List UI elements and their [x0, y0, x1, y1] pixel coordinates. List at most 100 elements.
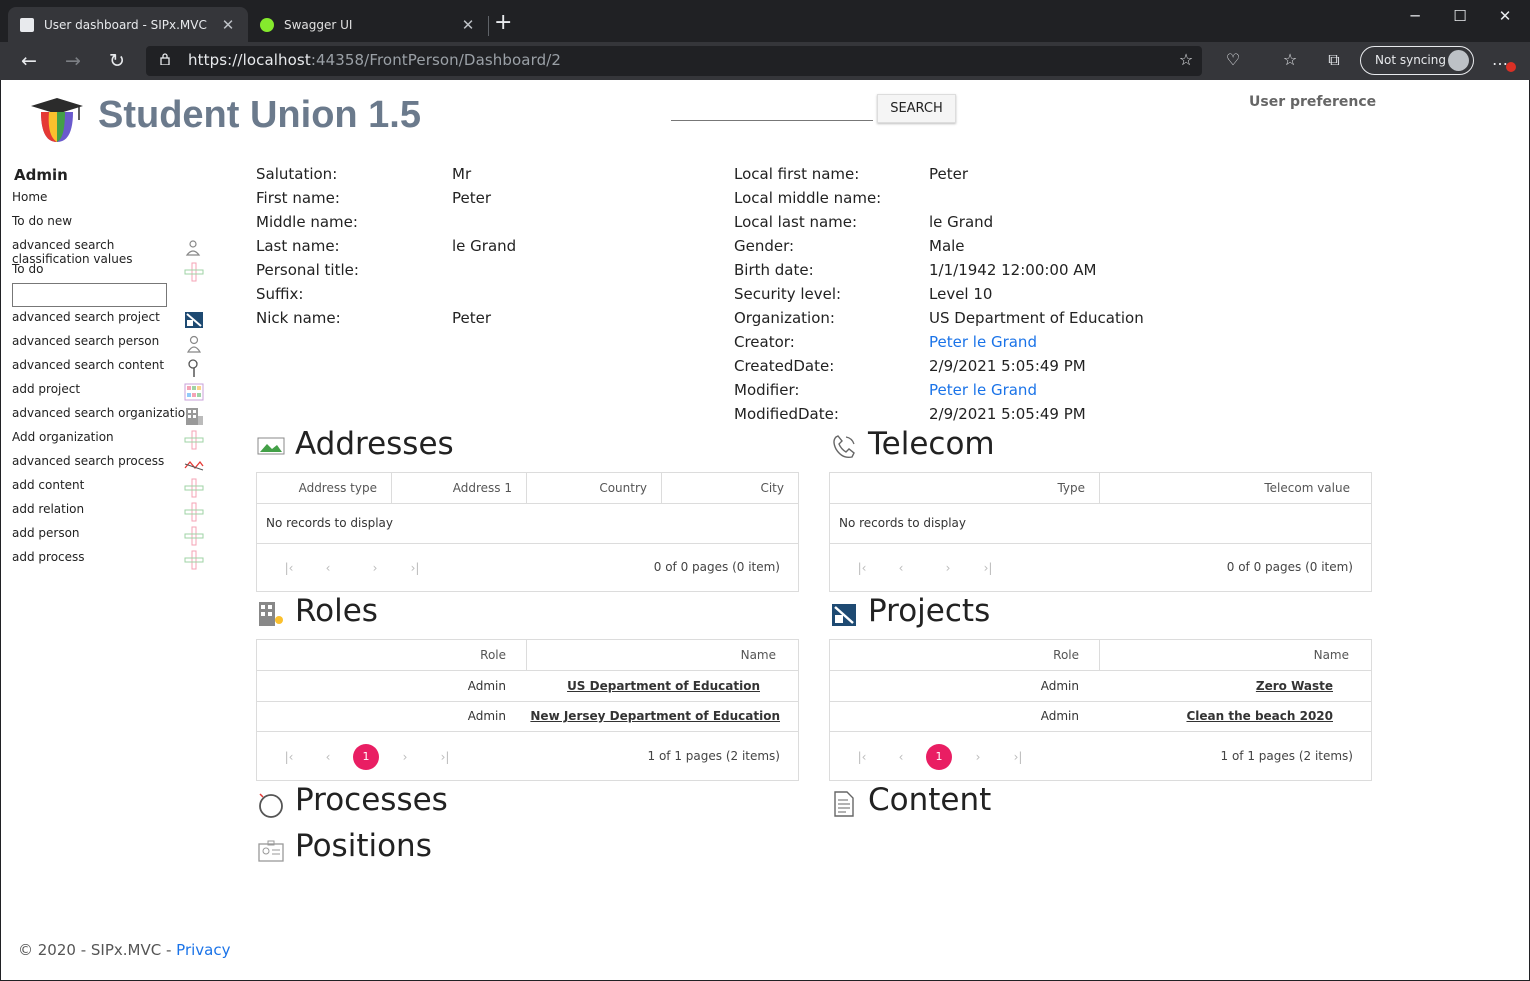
tab-user-dashboard[interactable]: User dashboard - SIPx.MVC ✕ — [8, 7, 248, 42]
back-icon[interactable]: ← — [16, 48, 42, 74]
sidebar-item-home[interactable]: Home — [12, 190, 47, 204]
next-page-icon[interactable]: › — [395, 747, 415, 767]
sidebar-item-add-person[interactable]: add person — [12, 526, 80, 540]
window-close-icon[interactable]: ✕ — [1495, 6, 1515, 26]
profile-sync-button[interactable]: Not syncing — [1360, 46, 1474, 75]
sidebar-item-to-do-new[interactable]: To do new — [12, 214, 72, 228]
next-page-icon[interactable]: › — [365, 558, 385, 578]
sidebar-item-advanced-search-organization[interactable]: advanced search organization — [12, 406, 193, 420]
created-date-label: CreatedDate: — [734, 357, 835, 375]
sidebar-item-advanced-search-content[interactable]: advanced search content — [12, 358, 164, 372]
next-page-icon[interactable]: › — [968, 747, 988, 767]
forward-icon[interactable]: → — [60, 48, 86, 74]
next-page-icon[interactable]: › — [938, 558, 958, 578]
project-link[interactable]: Clean the beach 2020 — [1186, 709, 1333, 723]
column-name[interactable]: Name — [527, 640, 798, 671]
organization-link[interactable]: US Department of Education — [567, 679, 760, 693]
local-last-name-value: le Grand — [929, 213, 994, 231]
last-page-icon[interactable]: ›| — [978, 558, 998, 578]
creator-label: Creator: — [734, 333, 795, 351]
salutation-label: Salutation: — [256, 165, 338, 183]
pager-info: 1 of 1 pages (2 items) — [647, 749, 781, 763]
no-records-text: No records to display — [839, 516, 967, 530]
sidebar-to-do-input[interactable] — [12, 283, 167, 307]
sidebar-item-add-content[interactable]: add content — [12, 478, 84, 492]
tab-swagger[interactable]: Swagger UI ✕ — [248, 7, 488, 42]
first-name-value: Peter — [452, 189, 492, 207]
nick-name-label: Nick name: — [256, 309, 341, 327]
column-role[interactable]: Role — [257, 640, 527, 671]
first-page-icon[interactable]: |‹ — [279, 747, 299, 767]
sidebar-item-add-organization[interactable]: Add organization — [12, 430, 114, 444]
personal-title-label: Personal title: — [256, 261, 359, 279]
content-title: Content — [868, 782, 992, 818]
column-type[interactable]: Type — [830, 473, 1100, 504]
lock-icon — [160, 53, 170, 65]
reload-icon[interactable]: ↻ — [104, 48, 130, 74]
modified-date-value: 2/9/2021 5:05:49 PM — [929, 405, 1086, 423]
student-union-logo — [31, 98, 83, 142]
first-page-icon[interactable]: |‹ — [279, 558, 299, 578]
person-icon — [186, 335, 202, 353]
maximize-icon[interactable]: ☐ — [1450, 6, 1470, 26]
prev-page-icon[interactable]: ‹ — [318, 558, 338, 578]
avatar — [1448, 50, 1469, 71]
new-tab-icon[interactable]: + — [494, 12, 512, 34]
column-address-1[interactable]: Address 1 — [392, 473, 527, 504]
sidebar-item-advanced-search-process[interactable]: advanced search process — [12, 454, 164, 468]
local-middle-name-label: Local middle name: — [734, 189, 882, 207]
favorite-add-icon[interactable]: ☆ — [1176, 50, 1196, 70]
last-page-icon[interactable]: ›| — [405, 558, 425, 578]
favorites-icon[interactable]: ☆ — [1280, 50, 1300, 70]
user-preference-link[interactable]: User preference — [1249, 94, 1376, 110]
footer-copyright: © 2020 - SIPx.MVC - — [18, 941, 177, 959]
close-icon[interactable]: ✕ — [460, 16, 476, 34]
sidebar-item-advanced-search-person[interactable]: advanced search person — [12, 334, 159, 348]
bulb-icon[interactable]: ♡ — [1223, 50, 1243, 70]
sidebar-item-to-do[interactable]: To do — [12, 262, 43, 276]
first-page-icon[interactable]: |‹ — [852, 747, 872, 767]
prev-page-icon[interactable]: ‹ — [891, 747, 911, 767]
column-city[interactable]: City — [662, 473, 798, 504]
divider — [257, 701, 798, 702]
page-1-button[interactable]: 1 — [353, 744, 379, 770]
prev-page-icon[interactable]: ‹ — [891, 558, 911, 578]
local-first-name-value: Peter — [929, 165, 969, 183]
minimize-icon[interactable]: ─ — [1405, 6, 1425, 26]
site-title[interactable]: Student Union 1.5 — [98, 94, 421, 137]
collections-icon[interactable]: ⧉ — [1324, 50, 1344, 70]
sidebar-item-add-relation[interactable]: add relation — [12, 502, 84, 516]
processes-title: Processes — [295, 782, 448, 818]
close-icon[interactable]: ✕ — [220, 16, 236, 34]
url-text[interactable]: https://localhost:44358/FrontPerson/Dash… — [188, 51, 561, 69]
birth-date-value: 1/1/1942 12:00:00 AM — [929, 261, 1097, 279]
organization-link[interactable]: New Jersey Department of Education — [530, 709, 780, 723]
browser-chrome: User dashboard - SIPx.MVC ✕ Swagger UI ✕… — [0, 0, 1530, 80]
column-role[interactable]: Role — [830, 640, 1100, 671]
prev-page-icon[interactable]: ‹ — [318, 747, 338, 767]
project-link[interactable]: Zero Waste — [1256, 679, 1333, 693]
page-1-button[interactable]: 1 — [926, 744, 952, 770]
divider — [830, 731, 1371, 732]
column-country[interactable]: Country — [527, 473, 662, 504]
organization-label: Organization: — [734, 309, 835, 327]
modifier-link[interactable]: Peter le Grand — [929, 381, 1037, 399]
first-page-icon[interactable]: |‹ — [852, 558, 872, 578]
last-page-icon[interactable]: ›| — [1008, 747, 1028, 767]
column-telecom-value[interactable]: Telecom value — [1100, 473, 1371, 504]
column-name[interactable]: Name — [1100, 640, 1371, 671]
last-page-icon[interactable]: ›| — [435, 747, 455, 767]
sidebar-item-add-project[interactable]: add project — [12, 382, 80, 396]
sidebar-item-add-process[interactable]: add process — [12, 550, 85, 564]
search-button[interactable]: SEARCH — [877, 94, 956, 123]
search-input[interactable] — [671, 100, 873, 121]
middle-name-label: Middle name: — [256, 213, 358, 231]
privacy-link[interactable]: Privacy — [176, 941, 230, 959]
suffix-label: Suffix: — [256, 285, 304, 303]
url-path: :44358/FrontPerson/Dashboard/2 — [310, 51, 562, 69]
sidebar-item-advanced-search-project[interactable]: advanced search project — [12, 310, 160, 324]
pager-info: 1 of 1 pages (2 items) — [1220, 749, 1354, 763]
column-address-type[interactable]: Address type — [257, 473, 392, 504]
creator-link[interactable]: Peter le Grand — [929, 333, 1037, 351]
plus-icon — [184, 550, 204, 570]
